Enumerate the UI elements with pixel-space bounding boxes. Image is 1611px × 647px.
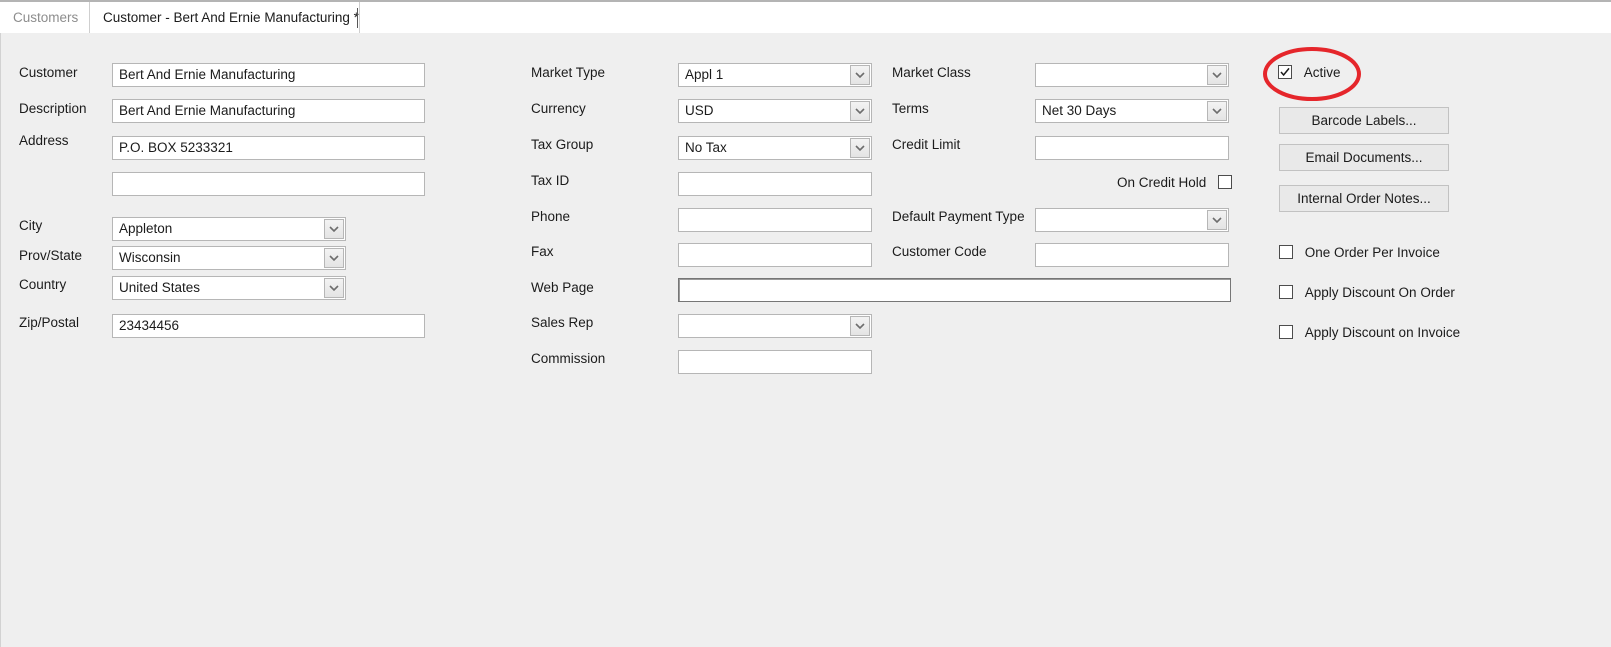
label-address: Address [19,133,69,148]
apply-discount-on-order-checkbox[interactable] [1279,285,1293,300]
customer-code-input[interactable] [1035,243,1229,267]
chevron-down-icon[interactable] [324,219,344,239]
prov-state-combobox-value: Wisconsin [119,250,181,265]
label-default-payment-type: Default Payment Type [892,209,1025,224]
prov-state-combobox[interactable]: Wisconsin [112,246,346,270]
city-combobox-value: Appleton [119,221,173,236]
commission-input[interactable] [678,350,872,374]
terms-combobox-value: Net 30 Days [1042,103,1117,118]
terms-combobox[interactable]: Net 30 Days [1035,99,1229,123]
web-page-input[interactable] [678,278,1231,302]
chevron-down-icon[interactable] [324,248,344,268]
active-checkbox-label: Active [1303,64,1341,80]
barcode-labels-button[interactable]: Barcode Labels... [1279,107,1449,134]
chevron-down-icon[interactable] [1207,210,1227,230]
label-web-page: Web Page [531,280,594,295]
label-credit-limit: Credit Limit [892,137,961,152]
label-market-type: Market Type [531,65,606,80]
label-phone: Phone [531,209,571,224]
active-checkbox-row[interactable]: Active [1278,64,1341,80]
one-order-per-invoice-checkbox[interactable] [1279,245,1293,260]
credit-limit-input[interactable] [1035,136,1229,160]
chevron-down-icon[interactable] [850,101,870,121]
label-customer-code: Customer Code [892,244,987,259]
address-line1-input[interactable]: P.O. BOX 5233321 [112,136,425,160]
tax-group-combobox-value: No Tax [685,140,727,155]
label-country: Country [19,277,67,292]
label-city: City [19,218,43,233]
label-terms: Terms [892,101,929,116]
label-tax-id: Tax ID [531,173,570,188]
default-payment-type-combobox[interactable] [1035,208,1229,232]
customer-input[interactable]: Bert And Ernie Manufacturing [112,63,425,87]
label-sales-rep: Sales Rep [531,315,594,330]
market-type-combobox[interactable]: Appl 1 [678,63,872,87]
tax-group-combobox[interactable]: No Tax [678,136,872,160]
address-line2-input[interactable] [112,172,425,196]
phone-input[interactable] [678,208,872,232]
label-customer: Customer [19,65,78,80]
one-order-per-invoice-row[interactable]: One Order Per Invoice [1279,244,1440,260]
chevron-down-icon[interactable] [1207,101,1227,121]
label-prov-state: Prov/State [19,248,83,263]
market-class-combobox[interactable] [1035,63,1229,87]
apply-discount-on-order-row[interactable]: Apply Discount On Order [1279,284,1455,300]
active-checkbox[interactable] [1278,65,1292,80]
apply-discount-on-invoice-label: Apply Discount on Invoice [1304,324,1461,340]
email-documents-button[interactable]: Email Documents... [1279,144,1449,171]
currency-combobox[interactable]: USD [678,99,872,123]
sales-rep-combobox[interactable] [678,314,872,338]
internal-order-notes-button[interactable]: Internal Order Notes... [1279,185,1449,212]
chevron-down-icon[interactable] [1207,65,1227,85]
label-tax-group: Tax Group [531,137,594,152]
tab-caret-cursor [357,8,358,28]
chevron-down-icon[interactable] [850,65,870,85]
label-currency: Currency [531,101,586,116]
application-window: Customers Customer - Bert And Ernie Manu… [0,0,1611,647]
label-on-credit-hold: On Credit Hold [1117,174,1207,190]
label-market-class: Market Class [892,65,971,80]
city-combobox[interactable]: Appleton [112,217,346,241]
on-credit-hold-checkbox[interactable] [1218,175,1233,190]
chevron-down-icon[interactable] [850,138,870,158]
currency-combobox-value: USD [685,103,714,118]
apply-discount-on-order-label: Apply Discount On Order [1304,284,1455,300]
apply-discount-on-invoice-checkbox[interactable] [1279,325,1293,340]
country-combobox-value: United States [119,280,201,295]
chevron-down-icon[interactable] [324,278,344,298]
label-commission: Commission [531,351,606,366]
description-input[interactable]: Bert And Ernie Manufacturing [112,99,425,123]
fax-input[interactable] [678,243,872,267]
label-fax: Fax [531,244,554,259]
label-description: Description [19,101,87,116]
chevron-down-icon[interactable] [850,316,870,336]
on-credit-hold-row[interactable]: On Credit Hold [1117,174,1233,190]
tab-customers[interactable]: Customers [0,2,89,33]
zip-postal-input[interactable]: 23434456 [112,314,425,338]
apply-discount-on-invoice-row[interactable]: Apply Discount on Invoice [1279,324,1460,340]
customer-form-panel: Customer Bert And Ernie Manufacturing De… [0,33,1611,647]
country-combobox[interactable]: United States [112,276,346,300]
label-zip-postal: Zip/Postal [19,315,80,330]
market-type-combobox-value: Appl 1 [685,67,724,82]
tax-id-input[interactable] [678,172,872,196]
one-order-per-invoice-label: One Order Per Invoice [1304,244,1440,260]
tab-strip: Customers Customer - Bert And Ernie Manu… [0,2,1611,33]
tab-customer-detail[interactable]: Customer - Bert And Ernie Manufacturing … [89,2,360,33]
